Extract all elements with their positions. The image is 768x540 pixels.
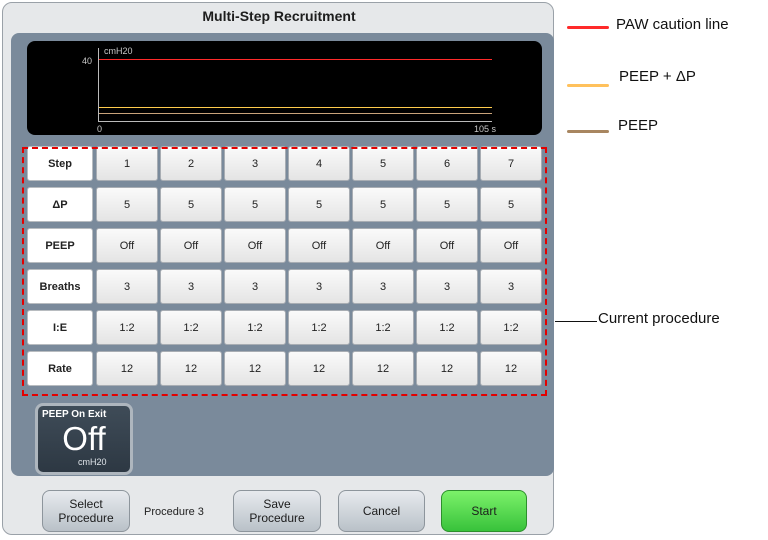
peep-line (99, 113, 492, 114)
legend-peep-swatch (567, 130, 609, 133)
select-procedure-line2: Procedure (58, 511, 114, 525)
cancel-button[interactable]: Cancel (338, 490, 425, 532)
legend-peep-label: PEEP (618, 117, 659, 134)
legend-paw-swatch (567, 26, 609, 29)
save-procedure-line2: Procedure (249, 511, 305, 525)
legend-current-procedure-label: Current procedure (598, 310, 720, 327)
peep-on-exit-label: PEEP On Exit (42, 409, 107, 420)
current-procedure-highlight (22, 147, 547, 396)
select-procedure-button[interactable]: Select Procedure (42, 490, 130, 532)
graph-x-end-label: 105 s (474, 124, 497, 134)
peep-on-exit-button[interactable]: PEEP On Exit Off cmH20 (35, 403, 133, 475)
save-procedure-button[interactable]: Save Procedure (233, 490, 321, 532)
graph-unit-label: cmH20 (104, 46, 133, 56)
peep-on-exit-value: Off (62, 420, 106, 457)
peep-plus-dp-line (99, 107, 492, 108)
legend-paw-label: PAW caution line (616, 16, 729, 33)
graph-x-axis (98, 121, 492, 122)
select-procedure-line1: Select (69, 497, 103, 511)
procedure-name: Procedure 3 (144, 506, 204, 518)
peep-on-exit-unit: cmH20 (78, 457, 107, 467)
legend-peep-dp-swatch (567, 84, 609, 87)
save-procedure-line1: Save (263, 497, 291, 511)
graph-x-start-label: 0 (97, 124, 103, 134)
graph-y-max-label: 40 (82, 56, 93, 66)
pressure-graph: cmH20 40 0 105 s (27, 41, 542, 135)
paw-caution-line (99, 59, 492, 60)
legend-peep-dp-label: PEEP + ΔP (619, 68, 696, 85)
current-procedure-pointer (555, 321, 597, 322)
window-title: Multi-Step Recruitment (202, 8, 356, 24)
start-button[interactable]: Start (441, 490, 527, 532)
